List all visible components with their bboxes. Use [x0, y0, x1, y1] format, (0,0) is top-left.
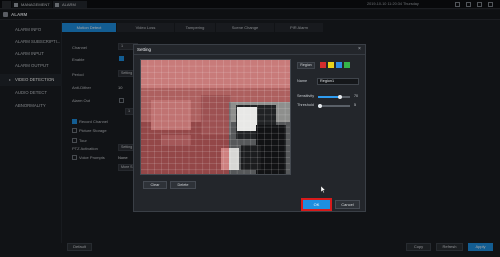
- motion-detect-preview[interactable]: [140, 59, 291, 175]
- dialog-divider: [134, 54, 365, 55]
- mouse-cursor-icon: [321, 186, 326, 193]
- region-label: Region: [297, 62, 315, 69]
- threshold-slider-track[interactable]: [318, 105, 350, 107]
- ok-button[interactable]: OK: [301, 198, 332, 211]
- region-color-green[interactable]: [344, 62, 350, 68]
- camera-scene: [141, 60, 290, 174]
- region-name-input[interactable]: Region1: [317, 78, 359, 85]
- sensitivity-label: Sensitivity: [297, 94, 315, 98]
- threshold-slider-handle[interactable]: [317, 104, 322, 108]
- cancel-button[interactable]: Cancel: [335, 200, 360, 209]
- clear-button[interactable]: Clear: [143, 181, 167, 189]
- sensitivity-value: 70: [354, 94, 358, 98]
- region-color-yellow[interactable]: [328, 62, 334, 68]
- threshold-label: Threshold: [297, 103, 314, 107]
- threshold-value: 5: [354, 103, 356, 107]
- delete-button[interactable]: Delete: [170, 181, 196, 189]
- sensitivity-slider-fill: [318, 96, 341, 98]
- close-icon[interactable]: ×: [358, 46, 361, 53]
- name-label: Name: [297, 79, 308, 83]
- region-color-blue[interactable]: [336, 62, 342, 68]
- region-color-red[interactable]: [320, 62, 326, 68]
- dialog-title: Setting: [137, 47, 152, 52]
